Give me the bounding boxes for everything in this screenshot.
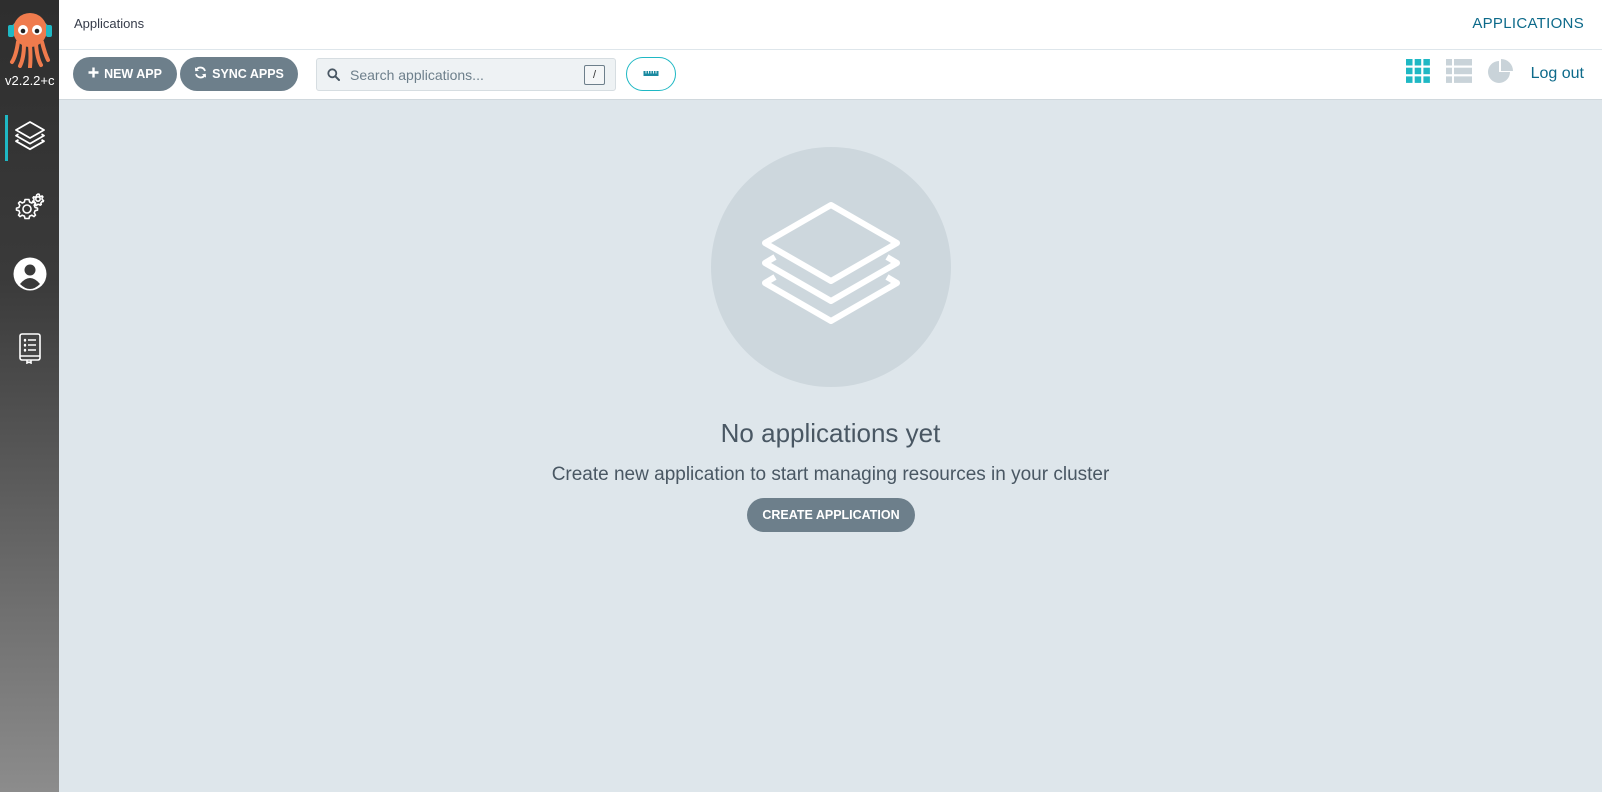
search-box: / [316,58,616,91]
sync-icon [194,66,207,82]
sidebar-item-user-info[interactable] [0,250,59,302]
argo-logo-icon[interactable] [6,8,54,69]
layers-icon [13,118,47,157]
breadcrumb[interactable]: Applications [74,16,144,31]
logout-link[interactable]: Log out [1531,65,1584,83]
new-app-button[interactable]: NEW APP [73,57,177,91]
plus-icon [88,67,99,81]
list-view-icon[interactable] [1446,59,1472,88]
tiles-view-icon[interactable] [1406,59,1430,88]
docs-icon [17,332,43,369]
sidebar: v2.2.2+c [0,0,59,792]
search-input[interactable] [348,63,578,87]
user-icon [13,257,47,296]
empty-state-subtitle: Create new application to start managing… [551,464,1110,485]
search-icon [327,68,340,86]
sidebar-item-settings[interactable] [0,183,59,235]
sidebar-item-documentation[interactable] [0,324,59,376]
sync-apps-label: SYNC APPS [212,67,284,81]
layers-icon [756,190,906,345]
page-title: APPLICATIONS [1472,15,1584,32]
sync-apps-button[interactable]: SYNC APPS [180,57,298,91]
create-application-button[interactable]: CREATE APPLICATION [747,498,915,532]
search-shortcut-key: / [584,65,605,85]
version-label: v2.2.2+c [5,73,55,88]
applications-main: No applications yet Create new applicati… [59,100,1602,792]
filters-toggle-button[interactable] [626,57,676,91]
filter-ruler-icon [643,65,659,83]
top-bar: Applications APPLICATIONS [59,0,1602,50]
new-app-label: NEW APP [104,67,162,81]
sidebar-item-applications[interactable] [0,111,59,163]
toolbar: NEW APP SYNC APPS / [59,50,1602,100]
settings-icon [14,191,46,228]
empty-state-title: No applications yet [720,418,941,448]
summary-view-icon[interactable] [1487,59,1513,90]
empty-state-illustration [711,147,951,387]
